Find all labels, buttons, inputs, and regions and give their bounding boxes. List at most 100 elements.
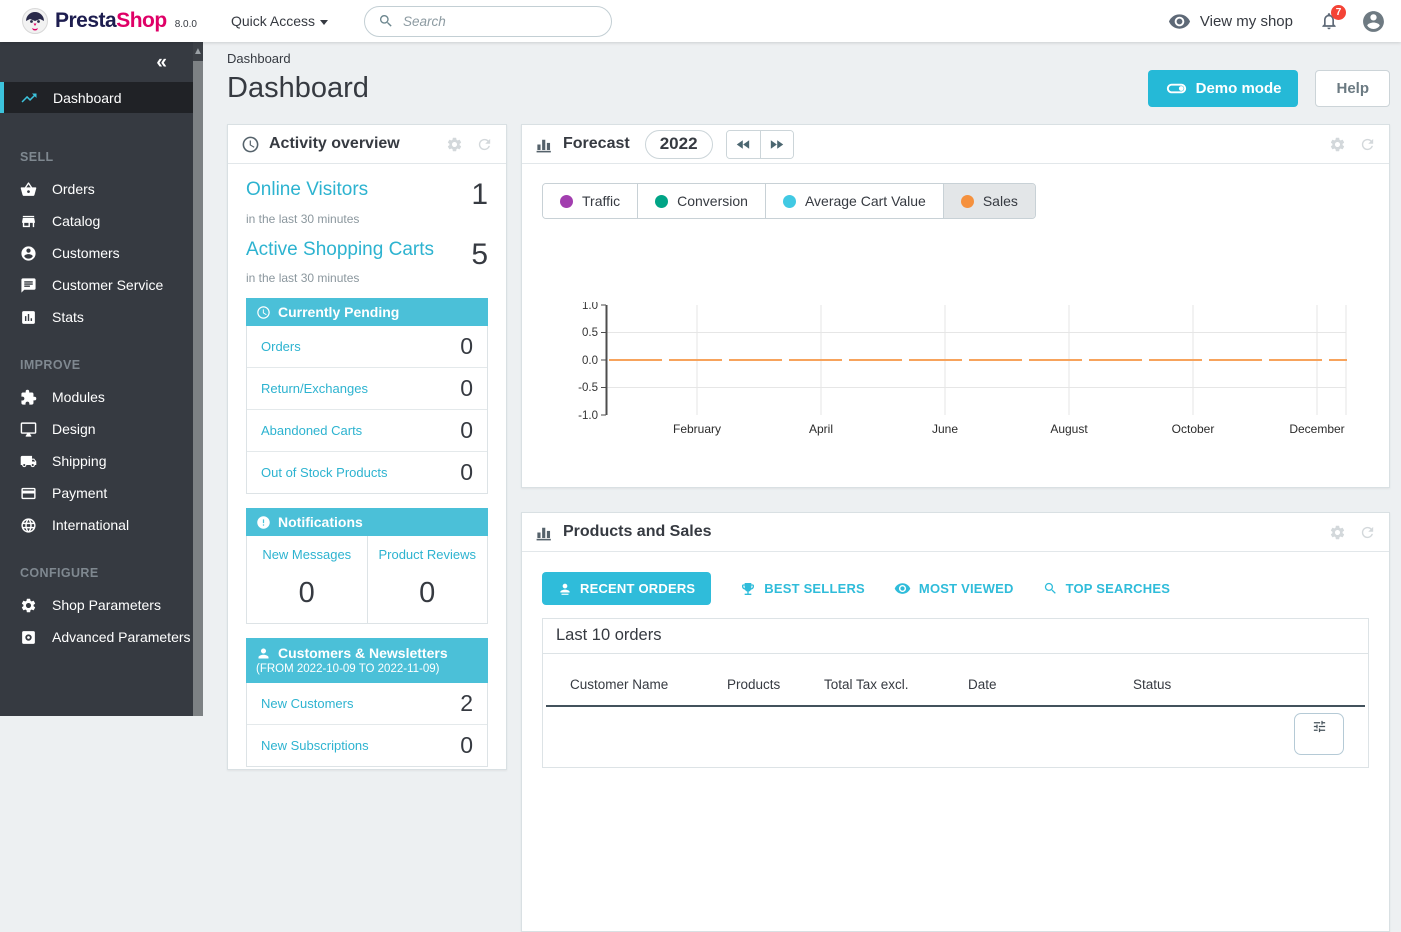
forecast-metric-tabs: Traffic Conversion Average Cart Value Sa…	[542, 183, 1036, 219]
scrollbar-up-button[interactable]: ▲	[193, 42, 203, 61]
refresh-icon[interactable]	[476, 136, 493, 153]
ytick: 1.0	[582, 302, 598, 312]
customers-newsletters-banner: Customers & Newsletters (FROM 2022-10-09…	[246, 638, 488, 683]
store-icon	[20, 213, 37, 230]
customers-newsletters-daterange: (FROM 2022-10-09 TO 2022-11-09)	[256, 663, 439, 675]
sidebar-item-modules[interactable]: Modules	[0, 381, 193, 413]
version-label: 8.0.0	[175, 19, 197, 30]
list-item: New Subscriptions 0	[247, 725, 487, 766]
search-box[interactable]	[364, 6, 612, 37]
tab-top-searches[interactable]: TOP SEARCHES	[1043, 581, 1171, 596]
caret-down-icon	[320, 20, 328, 25]
list-item: Abandoned Carts 0	[247, 410, 487, 452]
refresh-icon[interactable]	[1359, 136, 1376, 153]
pending-returns-value: 0	[460, 375, 473, 402]
xtick: June	[932, 422, 958, 436]
person-contact-icon	[558, 582, 572, 596]
page-title: Dashboard	[227, 72, 369, 105]
sidebar-item-customers[interactable]: Customers	[0, 237, 193, 269]
pending-orders-link[interactable]: Orders	[261, 339, 301, 354]
sidebar-item-shop-parameters[interactable]: Shop Parameters	[0, 589, 193, 621]
activity-panel-title: Activity overview	[269, 135, 400, 153]
sidebar-item-orders[interactable]: Orders	[0, 173, 193, 205]
notifications-bell[interactable]: 7	[1319, 11, 1339, 31]
product-reviews-link[interactable]: Product Reviews	[368, 547, 488, 562]
currently-pending-banner: Currently Pending	[246, 298, 488, 326]
out-of-stock-value: 0	[460, 459, 473, 486]
gear-icon[interactable]	[1329, 524, 1346, 541]
fast-forward-icon	[768, 136, 785, 153]
sidebar-item-international[interactable]: International	[0, 509, 193, 541]
list-item: Orders 0	[247, 326, 487, 368]
online-visitors-value: 1	[471, 179, 488, 211]
tab-sales[interactable]: Sales	[943, 184, 1035, 218]
monitor-icon	[20, 421, 37, 438]
products-panel-title: Products and Sales	[563, 523, 712, 541]
chat-icon	[20, 277, 37, 294]
clock-icon	[241, 135, 260, 154]
sidebar-section-improve: IMPROVE	[0, 358, 193, 372]
pending-returns-link[interactable]: Return/Exchanges	[261, 381, 368, 396]
help-button[interactable]: Help	[1315, 70, 1390, 107]
sidebar-section-sell: SELL	[0, 150, 193, 164]
logo-text: PrestaShop	[55, 9, 167, 33]
active-carts-link[interactable]: Active Shopping Carts	[246, 239, 434, 271]
truck-icon	[20, 453, 37, 470]
header-right-group: View my shop 7	[1168, 9, 1386, 34]
quick-access-dropdown[interactable]: Quick Access	[231, 13, 328, 29]
list-item: New Customers 2	[247, 683, 487, 725]
prestashop-logo[interactable]: PrestaShop 8.0.0	[22, 8, 197, 34]
sidebar-collapse-button[interactable]: «	[156, 53, 167, 72]
breadcrumb: Dashboard	[227, 51, 1401, 66]
sidebar-item-stats[interactable]: Stats	[0, 301, 193, 333]
gear-icon[interactable]	[446, 136, 463, 153]
next-year-button[interactable]	[760, 131, 793, 158]
basket-icon	[20, 181, 37, 198]
previous-year-button[interactable]	[727, 131, 760, 158]
view-my-shop-link[interactable]: View my shop	[1168, 10, 1293, 33]
column-status: Status	[1133, 677, 1365, 692]
last-orders-table: Last 10 orders Customer Name Products To…	[542, 618, 1369, 768]
sidebar-item-advanced-parameters[interactable]: Advanced Parameters	[0, 621, 193, 653]
gear-icon[interactable]	[1329, 136, 1346, 153]
sidebar-item-design[interactable]: Design	[0, 413, 193, 445]
user-avatar-icon[interactable]	[1361, 9, 1386, 34]
tab-most-viewed[interactable]: MOST VIEWED	[894, 580, 1014, 597]
conversion-dot-icon	[655, 195, 668, 208]
new-messages-link[interactable]: New Messages	[247, 547, 367, 562]
gear-icon	[20, 597, 37, 614]
tab-average-cart-value[interactable]: Average Cart Value	[765, 184, 943, 218]
new-customers-link[interactable]: New Customers	[261, 696, 353, 711]
online-visitors-link[interactable]: Online Visitors	[246, 179, 368, 211]
refresh-icon[interactable]	[1359, 524, 1376, 541]
tab-recent-orders[interactable]: RECENT ORDERS	[542, 572, 711, 605]
scrollbar-thumb[interactable]	[193, 61, 203, 716]
tab-conversion[interactable]: Conversion	[637, 184, 765, 218]
credit-card-icon	[20, 485, 37, 502]
abandoned-carts-link[interactable]: Abandoned Carts	[261, 423, 362, 438]
table-header-row: Customer Name Products Total Tax excl. D…	[546, 654, 1365, 707]
search-input[interactable]	[403, 14, 598, 29]
sidebar-item-catalog[interactable]: Catalog	[0, 205, 193, 237]
table-row	[543, 707, 1368, 767]
trending-up-icon	[20, 89, 38, 107]
out-of-stock-link[interactable]: Out of Stock Products	[261, 465, 387, 480]
fast-rewind-icon	[735, 136, 752, 153]
bar-chart-icon	[535, 523, 554, 542]
tab-best-sellers[interactable]: BEST SELLERS	[740, 581, 865, 597]
sidebar-scrollbar[interactable]: ▲	[193, 42, 203, 716]
tab-traffic[interactable]: Traffic	[543, 184, 637, 218]
order-details-button[interactable]	[1294, 713, 1344, 755]
puzzle-icon	[20, 389, 37, 406]
sidebar-item-dashboard[interactable]: Dashboard	[0, 82, 193, 113]
demo-mode-button[interactable]: Demo mode	[1148, 70, 1299, 107]
sidebar-item-shipping[interactable]: Shipping	[0, 445, 193, 477]
prestashop-logo-icon	[22, 8, 48, 34]
new-subscriptions-link[interactable]: New Subscriptions	[261, 738, 369, 753]
xtick: February	[673, 422, 721, 436]
sidebar-item-payment[interactable]: Payment	[0, 477, 193, 509]
notifications-cells: New Messages 0 Product Reviews 0	[246, 536, 488, 624]
sidebar-item-customer-service[interactable]: Customer Service	[0, 269, 193, 301]
search-icon	[378, 13, 394, 29]
ytick: 0.5	[582, 327, 598, 339]
